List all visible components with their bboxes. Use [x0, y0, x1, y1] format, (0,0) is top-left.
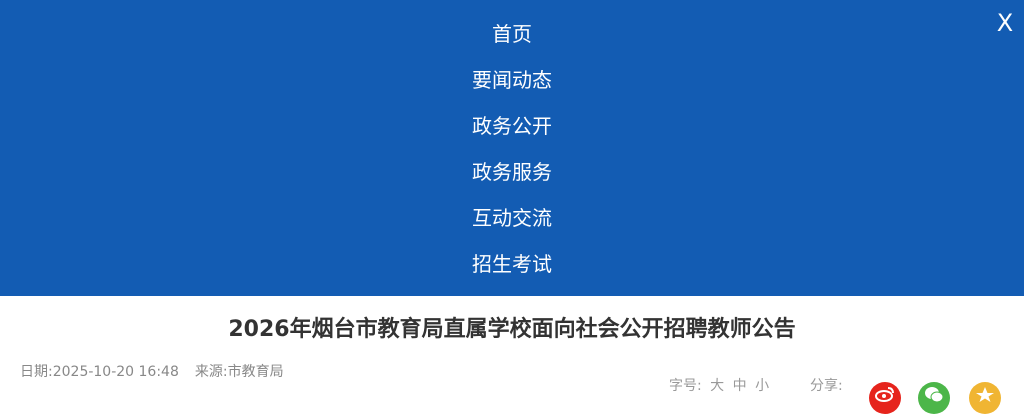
article-title: 2026年烟台市教育局直属学校面向社会公开招聘教师公告 — [228, 316, 796, 342]
article-meta: 日期:2025-10-20 16:48 来源:市教育局 — [20, 362, 284, 382]
nav-item-news[interactable]: 要闻动态 — [0, 63, 1024, 97]
nav-item-enrollment-exams[interactable]: 招生考试 — [0, 247, 1024, 281]
share-wechat-button[interactable] — [918, 382, 950, 414]
font-size-label: 字号: — [669, 378, 702, 394]
font-size-control: 字号: 大 中 小 — [669, 376, 769, 396]
nav-item-government-services[interactable]: 政务服务 — [0, 155, 1024, 189]
share-qzone-button[interactable] — [969, 382, 1001, 414]
share-weibo-button[interactable] — [869, 382, 901, 414]
nav-item-home[interactable]: 首页 — [0, 17, 1024, 51]
font-size-medium[interactable]: 中 — [733, 378, 747, 394]
font-size-small[interactable]: 小 — [755, 378, 769, 394]
close-menu-button[interactable]: X — [990, 8, 1020, 38]
nav-item-interaction[interactable]: 互动交流 — [0, 201, 1024, 235]
mobile-nav-overlay: 首页 要闻动态 政务公开 政务服务 互动交流 招生考试 X — [0, 0, 1024, 296]
nav-item-government-affairs[interactable]: 政务公开 — [0, 109, 1024, 143]
publish-date: 日期:2025-10-20 16:48 — [20, 364, 179, 380]
share-label: 分享: — [810, 378, 843, 394]
article-source: 来源:市教育局 — [194, 364, 284, 380]
font-size-large[interactable]: 大 — [710, 378, 724, 394]
